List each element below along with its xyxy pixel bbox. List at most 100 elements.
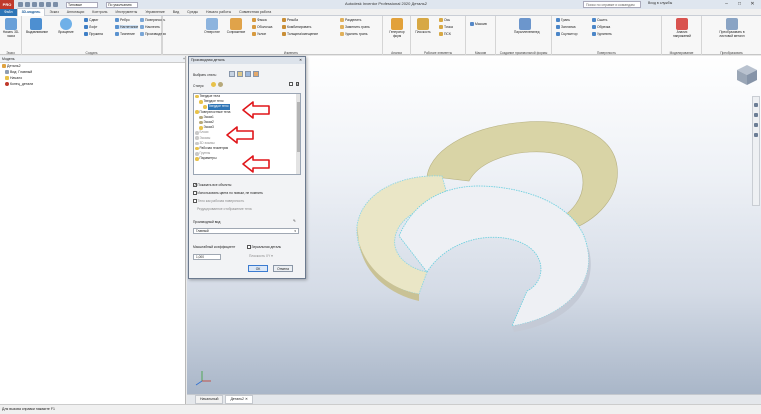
shell-button[interactable]: Оболочка — [252, 25, 272, 29]
tab-tools[interactable]: Инструменты — [112, 9, 142, 16]
add-icon[interactable]: + — [183, 56, 185, 62]
close-icon[interactable]: ✕ — [245, 397, 248, 401]
split-button[interactable]: Разделить — [340, 18, 361, 22]
mirror-plane-select[interactable]: Плоскость XY ▾ — [249, 254, 273, 258]
tab-3d-model[interactable]: 3D-модель — [16, 8, 46, 16]
loft-button[interactable]: Лофт — [84, 25, 97, 29]
extrude-button[interactable]: Выдавливание — [26, 18, 48, 35]
fillet-button[interactable]: Сопряжение — [226, 18, 246, 35]
save-icon[interactable] — [32, 2, 37, 7]
home-icon[interactable] — [53, 2, 58, 7]
tab-environments[interactable]: Среды — [183, 9, 202, 16]
stitch-button[interactable]: Сшить — [592, 18, 607, 22]
tab-manage[interactable]: Управление — [141, 9, 168, 16]
open-icon[interactable] — [25, 2, 30, 7]
tab-annotate[interactable]: Аннотации — [63, 9, 89, 16]
group-simulation: Анализ напряжений Моделирование — [662, 16, 702, 55]
doc-tab-part2[interactable]: Деталь2 ✕ — [225, 395, 253, 404]
freeform-box-button[interactable]: Параллелепипед — [514, 18, 539, 35]
tab-view[interactable]: Вид — [169, 9, 183, 16]
thread-button[interactable]: Резьба — [282, 18, 298, 22]
scale-factor-input[interactable]: 1,000 — [193, 254, 221, 260]
hole-button[interactable]: Отверстие — [202, 18, 222, 35]
wrench-icon[interactable]: ✎ — [293, 219, 296, 223]
red-arrow-3 — [242, 155, 270, 173]
axis-button[interactable]: Ось — [439, 18, 450, 22]
grip-button[interactable]: Грань — [556, 18, 570, 22]
pan-icon[interactable] — [754, 103, 758, 107]
group-modify: Отверстие Сопряжение Фаска Оболочка Укло… — [200, 16, 383, 55]
patch-icon — [556, 25, 560, 29]
replace-face-button[interactable]: Заменить грань — [340, 25, 370, 29]
freeform-box-icon — [519, 18, 531, 30]
doc-tab-home[interactable]: Начальный — [195, 395, 224, 404]
document-tabs: Начальный Деталь2 ✕ — [187, 394, 761, 404]
emboss-button[interactable]: Нагнетание — [115, 25, 139, 29]
thicken-button[interactable]: Толщина/смещение — [282, 32, 318, 36]
derive-icon — [115, 32, 119, 36]
derived-rep-select[interactable]: Главный ▾ — [193, 228, 299, 234]
orbit-icon[interactable] — [754, 123, 758, 127]
material-combo[interactable]: Типовые — [66, 1, 98, 8]
navigation-bar — [752, 96, 760, 206]
red-arrow-1 — [242, 101, 270, 119]
look-at-icon[interactable] — [754, 133, 758, 137]
help-search-input[interactable]: Поиск по справке и командам — [583, 1, 641, 8]
tab-collaborate[interactable]: Совместная работа — [235, 9, 275, 16]
close-button[interactable]: ✕ — [746, 0, 759, 9]
appearance-combo[interactable]: По умолчанию — [106, 1, 138, 8]
tab-file[interactable]: Файл — [0, 8, 17, 16]
new-icon[interactable] — [18, 2, 23, 7]
sculpt-button[interactable]: Скульптор — [556, 32, 577, 36]
plane-button[interactable]: Плоскость — [413, 18, 433, 35]
group-convert: Преобразовать в листовой металл Преобраз… — [702, 16, 761, 55]
quick-access-toolbar — [18, 2, 58, 7]
replace-face-icon — [340, 25, 344, 29]
start-3d-sketch-button[interactable]: Начать 3D-эскиз — [1, 18, 21, 39]
tab-get-started[interactable]: Начало работы — [202, 9, 235, 16]
chamfer-button[interactable]: Фаска — [252, 18, 267, 22]
extend-icon — [592, 32, 596, 36]
maximize-button[interactable]: □ — [733, 0, 746, 9]
decal-button[interactable]: Наклеить — [140, 25, 160, 29]
derive-button[interactable]: Тиснение — [115, 32, 135, 36]
revolve-button[interactable]: Вращение — [56, 18, 76, 35]
stress-analysis-button[interactable]: Анализ напряжений — [672, 18, 692, 39]
ok-button[interactable]: ОК — [248, 265, 268, 272]
coil-button[interactable]: Пружина — [84, 32, 103, 36]
loft-icon — [84, 25, 88, 29]
cancel-button[interactable]: Отмена — [273, 265, 293, 272]
minimize-button[interactable]: – — [720, 0, 733, 9]
combine-button[interactable]: Комбинировать — [282, 25, 311, 29]
extend-button[interactable]: Удлинить — [592, 32, 612, 36]
rib-button[interactable]: Ребро — [115, 18, 130, 22]
sweep-button[interactable]: Сдвиг — [84, 18, 98, 22]
ucs-button[interactable]: ПСК — [439, 32, 451, 36]
view-triad — [195, 371, 211, 386]
draft-button[interactable]: Уклон — [252, 32, 266, 36]
pattern-icon — [470, 22, 474, 26]
rib-icon — [115, 18, 119, 22]
undo-icon[interactable] — [39, 2, 44, 7]
browser-node-end-of-part[interactable]: Конец_детали — [0, 81, 185, 87]
viewcube[interactable] — [737, 65, 757, 85]
point-button[interactable]: Точка — [439, 25, 453, 29]
delete-face-icon — [340, 32, 344, 36]
sign-in-link[interactable]: Вход в службы — [648, 1, 672, 5]
mirror-part-option[interactable]: Зеркальная деталь — [247, 245, 281, 249]
tab-inspect[interactable]: Контроль — [88, 9, 111, 16]
shape-generator-button[interactable]: Генератор форм — [387, 18, 407, 39]
derived-part-dialog: Производная деталь ✕ Выбрать стиль: Стат… — [188, 56, 306, 279]
body-as-work-surface-option[interactable]: Тело как рабочая поверхность — [193, 199, 244, 203]
tab-sketch[interactable]: Эскиз — [45, 9, 62, 16]
show-all-objects-option[interactable]: Показать все объекты — [193, 183, 231, 187]
patch-button[interactable]: Заплатка — [556, 25, 576, 29]
group-work-features: Плоскость Ось Точка ПСК Рабочие элементы — [411, 16, 466, 55]
zoom-icon[interactable] — [754, 113, 758, 117]
use-color-option[interactable]: Использовать цвета по новым, не помнить — [193, 191, 263, 195]
redo-icon[interactable] — [46, 2, 51, 7]
trim-button[interactable]: Обрезка — [592, 25, 610, 29]
pattern-button[interactable]: Массив — [470, 22, 487, 26]
convert-sheet-metal-button[interactable]: Преобразовать в листовой металл — [714, 18, 750, 39]
delete-face-button[interactable]: Удалить грань — [340, 32, 368, 36]
